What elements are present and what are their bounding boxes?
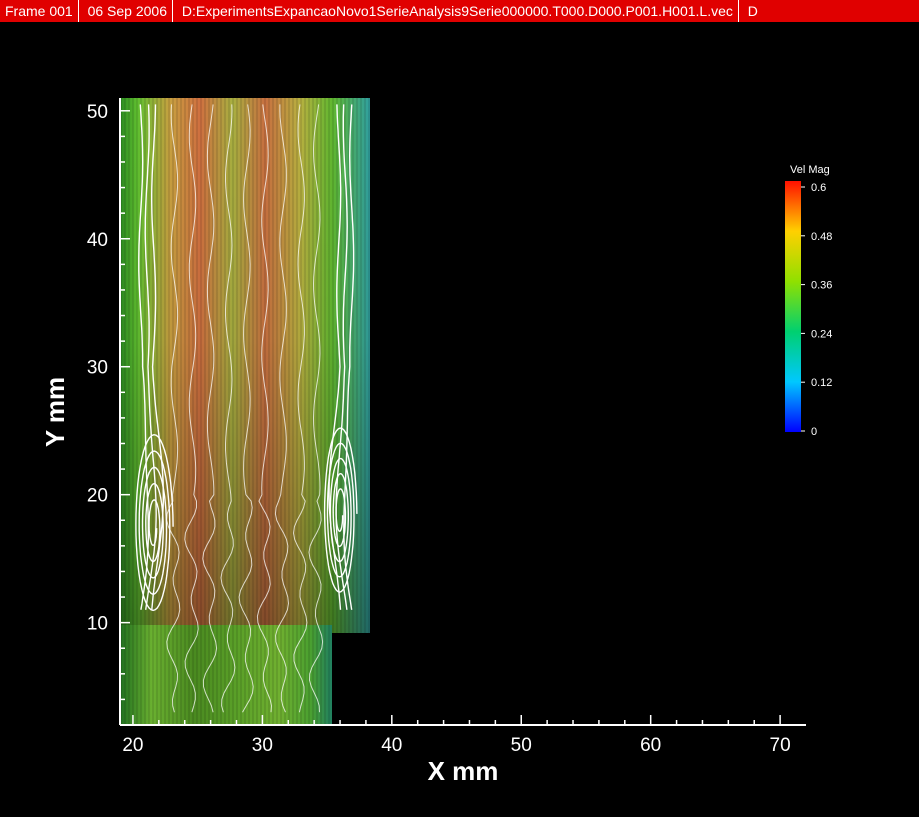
y-tick-label: 40 bbox=[87, 230, 108, 251]
x-axis-title: X mm bbox=[428, 756, 499, 786]
colorbar-scale bbox=[785, 181, 801, 432]
y-tick-label: 50 bbox=[87, 102, 108, 123]
vector-texture bbox=[120, 98, 370, 725]
x-tick-label: 70 bbox=[770, 735, 791, 756]
y-tick-label: 20 bbox=[87, 486, 108, 507]
x-tick-label: 60 bbox=[640, 735, 661, 756]
colorbar-tick-label: 0.36 bbox=[811, 280, 832, 292]
y-tick-label: 30 bbox=[87, 358, 108, 379]
colorbar-tick-label: 0.48 bbox=[811, 231, 832, 243]
y-tick-label: 10 bbox=[87, 614, 108, 635]
colorbar-title: Vel Mag bbox=[790, 164, 830, 176]
y-axis-title: Y mm bbox=[40, 377, 70, 447]
colorbar-legend: Vel Mag 0 0.12 0.24 0.36 0.48 0.6 bbox=[785, 164, 832, 438]
x-tick-label: 30 bbox=[252, 735, 273, 756]
colorbar-tick-label: 0.24 bbox=[811, 328, 832, 340]
colorbar-tick-label: 0.6 bbox=[811, 182, 826, 194]
x-tick-label: 50 bbox=[511, 735, 532, 756]
colorbar-tick-label: 0.12 bbox=[811, 377, 832, 389]
vector-field-plot: 20 30 40 50 60 70 10 20 30 40 50 X mm Y mm Vel Ma… bbox=[40, 98, 832, 786]
x-tick-label: 20 bbox=[122, 735, 143, 756]
x-tick-label: 40 bbox=[381, 735, 402, 756]
velocity-field bbox=[120, 98, 370, 725]
colorbar-tick-label: 0 bbox=[811, 426, 817, 438]
